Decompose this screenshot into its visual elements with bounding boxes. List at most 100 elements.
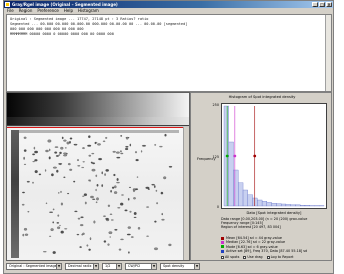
gel-spot — [60, 146, 64, 150]
log-to-report-checkbox[interactable]: Log to Report — [266, 255, 293, 259]
gel-spot — [52, 221, 54, 224]
gel-spot — [60, 230, 64, 234]
histogram-stats: Data range [0.00,203.00] (n = 20 (200) g… — [221, 217, 331, 230]
gel-spot — [91, 152, 95, 155]
gel-spot — [67, 163, 71, 166]
gel-spot — [93, 220, 96, 224]
gel-spot — [125, 146, 129, 148]
checkbox-box[interactable] — [266, 255, 270, 259]
maximize-button[interactable]: □ — [319, 2, 325, 7]
chevron-down-icon[interactable]: ▼ — [151, 264, 156, 269]
gel-spot — [116, 151, 120, 154]
image-scrollbar[interactable] — [183, 127, 189, 260]
gel-spot — [129, 186, 131, 188]
gel-spot — [43, 251, 47, 253]
report-text-area[interactable]: Original : Segmented image ... 17747, 27… — [6, 14, 332, 92]
histogram-options: All spots Use drag Log to Report — [221, 255, 293, 259]
checkbox-box[interactable] — [243, 255, 247, 259]
legend-label: Mean [64.54] sd = 44 gray-value — [226, 236, 283, 240]
histogram-bar — [242, 189, 248, 207]
gel-spot — [32, 181, 34, 184]
gel-spot — [120, 135, 123, 137]
close-button[interactable]: × — [326, 2, 332, 7]
gel-spot — [145, 186, 150, 189]
histogram-title: Histogram of Spot integrated density — [228, 95, 296, 99]
histogram-bar — [280, 203, 287, 207]
gel-spot — [77, 159, 79, 162]
gel-spot — [47, 139, 52, 143]
histogram-bar — [257, 199, 263, 207]
colormap-select[interactable]: CW/PCI ▼ — [125, 263, 157, 270]
gel-spot — [114, 185, 117, 189]
gel-spot — [69, 168, 73, 171]
window-title: Gray/Rgel image (Original – Segmented im… — [12, 2, 118, 7]
checkbox-box[interactable] — [221, 255, 224, 259]
gel-spot — [110, 219, 114, 221]
legend-swatch — [221, 240, 224, 244]
chevron-down-icon[interactable]: ▼ — [116, 264, 121, 269]
gel-image-panel[interactable] — [6, 92, 190, 261]
gel-spot — [124, 209, 128, 212]
grayscale-strip — [7, 117, 189, 126]
gel-spot — [52, 208, 55, 211]
chevron-down-icon[interactable]: ▼ — [93, 264, 98, 269]
gel-spot — [105, 137, 108, 139]
gel-spot — [103, 215, 106, 217]
gel-spot — [88, 135, 91, 138]
view-mode-select[interactable]: Original : Segmented image ▼ — [6, 263, 62, 270]
gel-spot — [76, 233, 80, 236]
gel-spot — [63, 152, 67, 155]
chevron-down-icon[interactable]: ▼ — [194, 264, 199, 269]
gel-spot — [135, 151, 137, 154]
gel-spot — [154, 144, 157, 146]
gel-spot — [64, 228, 68, 230]
chevron-down-icon[interactable]: ▼ — [56, 264, 61, 269]
gel-spot — [120, 202, 124, 206]
gel-spot — [133, 189, 135, 193]
text-scrollbar[interactable] — [325, 15, 331, 91]
gel-spot — [52, 166, 57, 169]
gel-spot — [163, 176, 167, 180]
gel-spot — [23, 228, 28, 231]
histogram-bar — [304, 205, 310, 207]
gel-spot — [59, 224, 61, 227]
gel-image[interactable] — [7, 127, 183, 260]
gel-spot — [58, 192, 60, 194]
gel-spot — [137, 227, 141, 230]
minimize-button[interactable]: _ — [312, 2, 318, 7]
gel-spot — [61, 136, 64, 140]
histogram-legend: Mean [64.54] sd = 44 gray-value Median [… — [221, 236, 331, 254]
gel-spot — [23, 163, 27, 165]
measure-select[interactable]: Spot density ▼ — [160, 263, 200, 270]
legend-swatch — [221, 249, 224, 253]
gel-spot — [23, 156, 25, 160]
gel-spot — [49, 211, 54, 213]
gel-spot — [168, 243, 172, 247]
gel-spot — [141, 150, 143, 153]
app-icon — [5, 2, 10, 7]
gel-spot — [49, 235, 52, 237]
gel-spot — [79, 224, 84, 227]
window-controls: _ □ × — [312, 2, 332, 7]
gel-spot — [26, 180, 30, 183]
gel-spot — [22, 233, 25, 237]
gel-spot — [95, 188, 97, 192]
gel-spot — [109, 236, 111, 238]
gel-spot — [57, 226, 61, 230]
histogram-chart[interactable] — [221, 103, 327, 209]
gel-spot — [161, 213, 163, 216]
gel-spot — [82, 147, 85, 150]
gel-spot — [124, 148, 129, 150]
all-spots-checkbox[interactable]: All spots — [221, 255, 239, 259]
gel-spot — [95, 174, 98, 177]
gel-spot — [57, 214, 60, 217]
y-tick-label: 0 — [216, 205, 219, 209]
segmented-spots — [21, 133, 173, 254]
histogram-bar — [276, 203, 282, 207]
radix-select[interactable]: Decimal radix ▼ — [65, 263, 99, 270]
title-bar[interactable]: Gray/Rgel image (Original – Segmented im… — [4, 1, 333, 8]
zoom-select[interactable]: 1/2 ▼ — [102, 263, 122, 270]
use-drag-checkbox[interactable]: Use drag — [243, 255, 263, 259]
gel-spot — [84, 201, 87, 205]
grayscale-calibration-wedge — [7, 93, 189, 117]
